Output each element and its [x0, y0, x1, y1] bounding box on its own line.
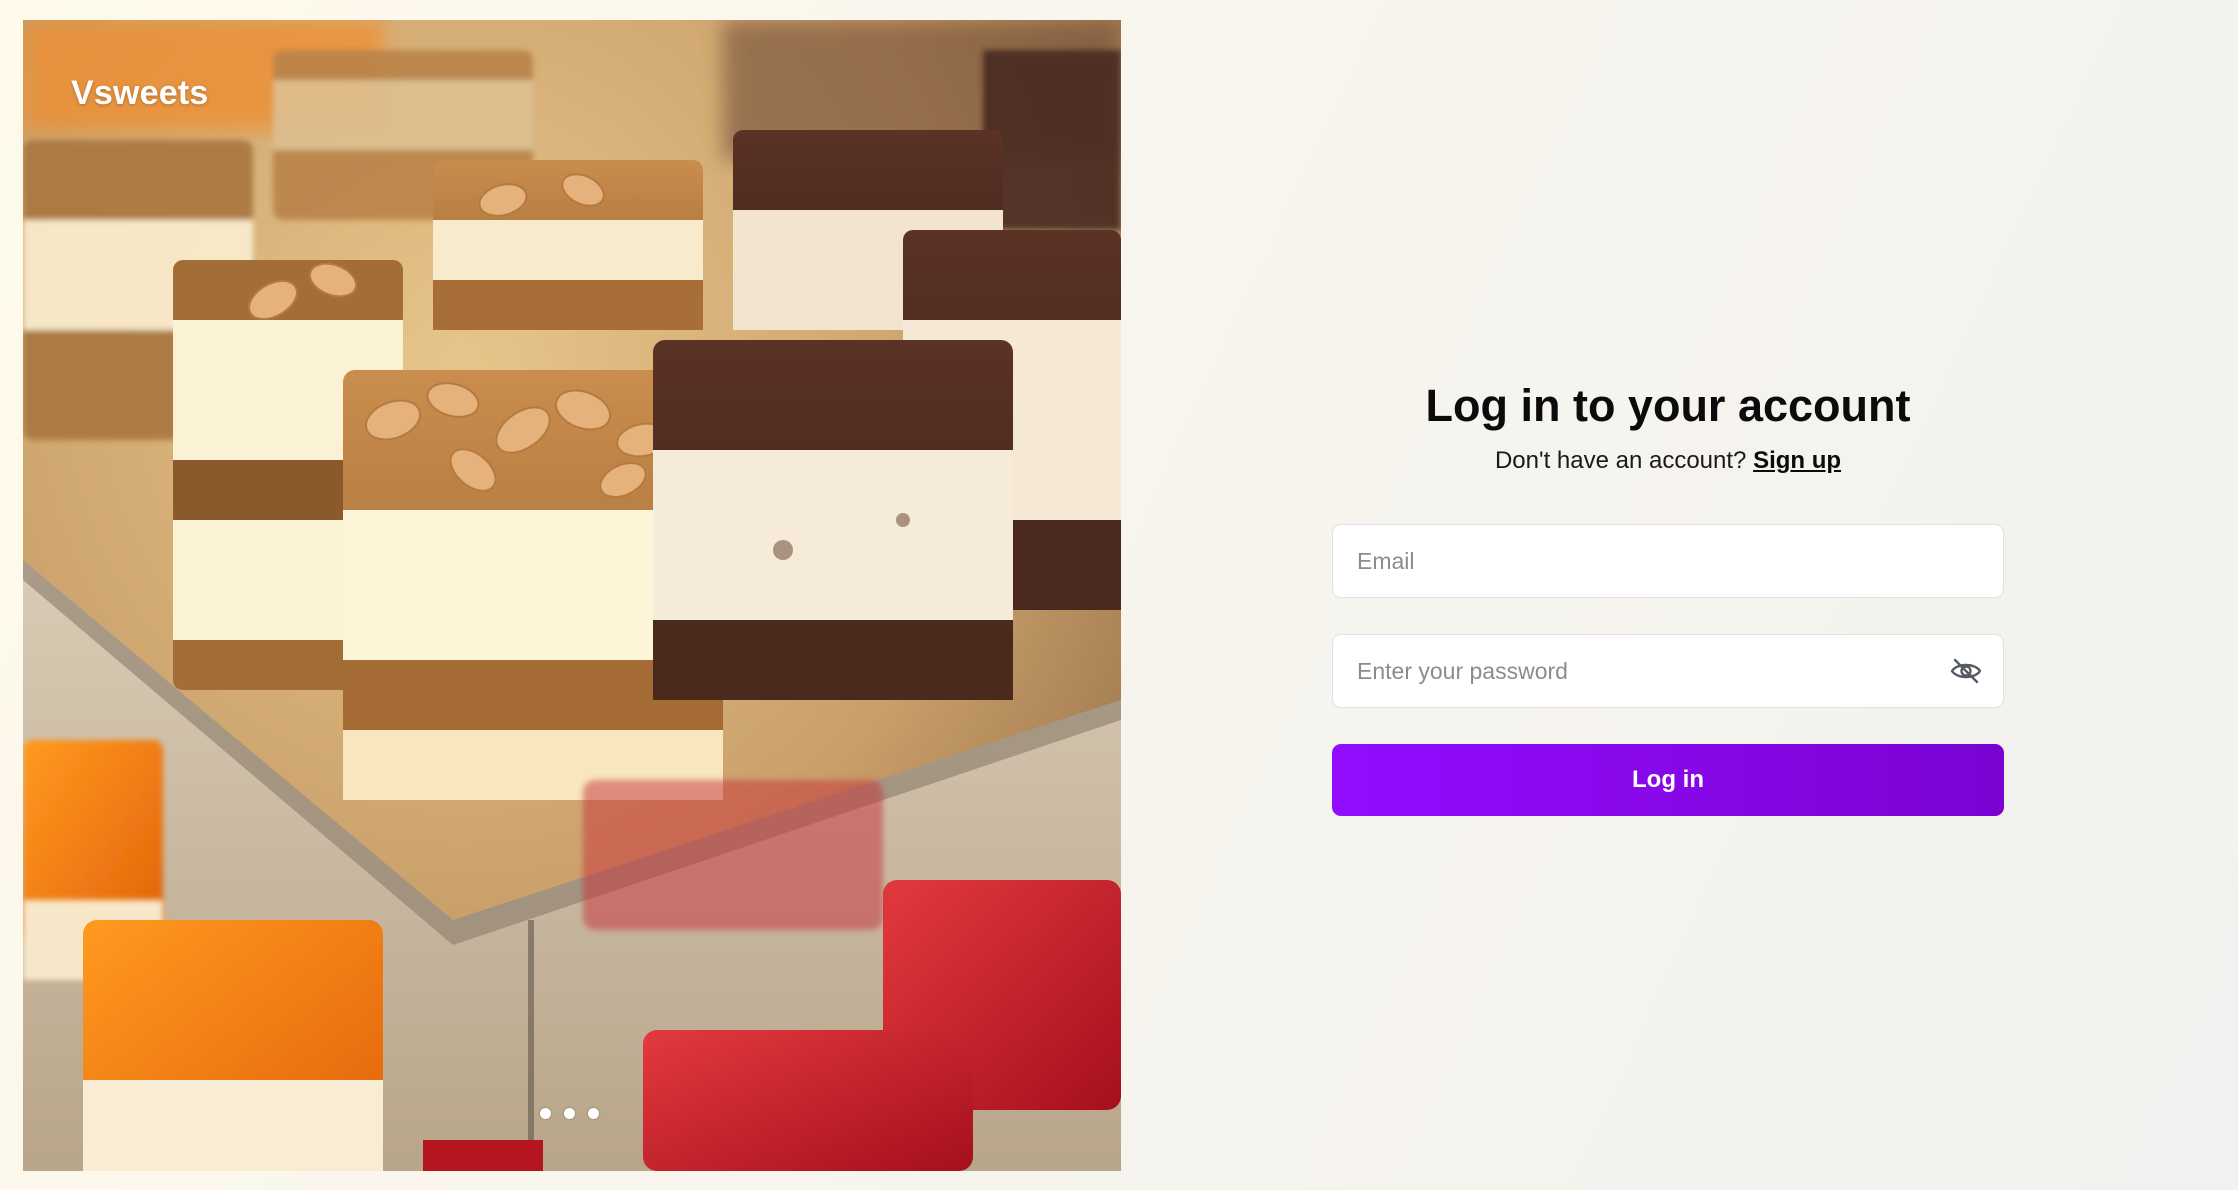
password-input[interactable] — [1333, 635, 2003, 707]
signup-prompt-text: Don't have an account? — [1494, 447, 1747, 474]
carousel-indicators — [540, 1108, 599, 1119]
brand-logo: Vsweets — [71, 74, 209, 112]
hero-image-panel: Vsweets — [23, 20, 1121, 1171]
signup-prompt-row: Don't have an account? Sign up — [1332, 446, 2004, 476]
login-form: Log in to your account Don't have an acc… — [1332, 372, 2004, 816]
carousel-dot-3[interactable] — [588, 1108, 599, 1119]
email-field-container — [1332, 524, 2004, 598]
cakes-photo — [23, 20, 1121, 1171]
login-button[interactable]: Log in — [1332, 744, 2004, 816]
page-title: Log in to your account — [1425, 380, 1911, 431]
carousel-dot-1[interactable] — [540, 1108, 551, 1119]
eye-off-icon[interactable] — [1949, 657, 1983, 685]
signup-link[interactable]: Sign up — [1753, 447, 1841, 474]
password-field-container — [1332, 634, 2004, 708]
carousel-dot-2[interactable] — [564, 1108, 575, 1119]
email-input[interactable] — [1333, 525, 2003, 597]
